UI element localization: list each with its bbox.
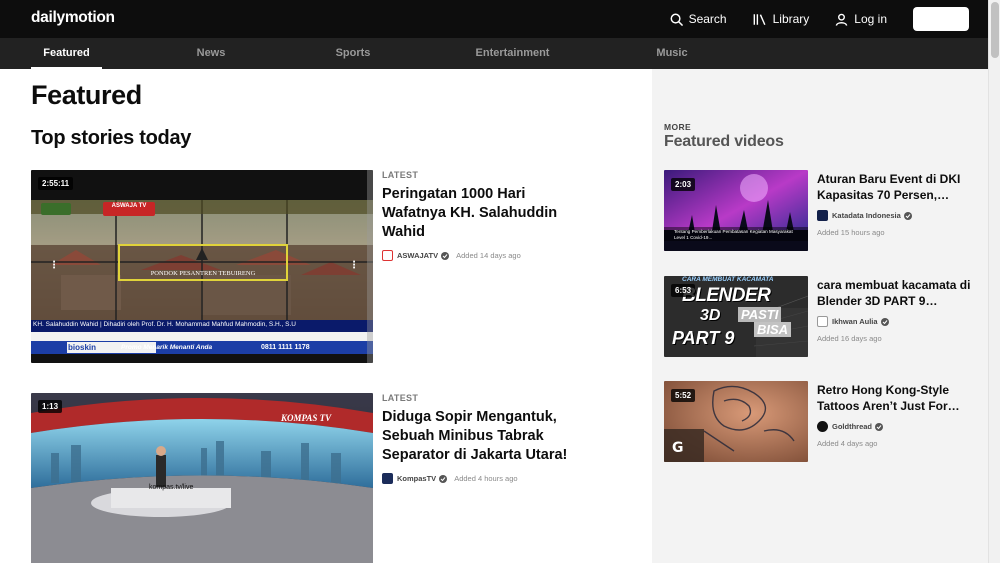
- thumbnail-word-bisa: BISA: [754, 322, 792, 337]
- duration-badge: 1:13: [38, 400, 63, 413]
- verified-icon: [439, 474, 448, 483]
- latest-label: LATEST: [382, 393, 419, 403]
- latest-label: LATEST: [382, 170, 419, 180]
- featured-videos-title: Featured videos: [664, 133, 784, 150]
- channel-name[interactable]: ASWAJATV: [397, 251, 438, 260]
- story-title[interactable]: Peringatan 1000 Hari Wafatnya KH. Salahu…: [382, 185, 582, 242]
- channel-name[interactable]: Goldthread: [832, 422, 872, 431]
- added-time: Added 16 days ago: [817, 334, 882, 343]
- verified-icon: [441, 251, 450, 260]
- channel-logo-overlay: KOMPAS TV: [281, 413, 332, 423]
- library-button[interactable]: Library: [753, 12, 810, 26]
- top-nav: Search Library Log in Sign up: [670, 0, 969, 38]
- featured-video-title[interactable]: Aturan Baru Event di DKI Kapasitas 70 Pe…: [817, 171, 977, 203]
- thumbnail-caption: Tentang Pemberlakuan Pembatasan Kegiatan…: [674, 229, 793, 240]
- added-time: Added 4 hours ago: [454, 474, 518, 483]
- verified-icon: [880, 317, 889, 326]
- search-label: Search: [688, 12, 727, 26]
- thumbnail-image: [31, 170, 373, 363]
- story-thumbnail[interactable]: 2:55:11 ASWAJA TV PONDOK PESANTREN TEBUI…: [31, 170, 373, 363]
- channel-avatar[interactable]: [382, 473, 393, 484]
- channel-avatar[interactable]: [817, 210, 828, 221]
- dailymotion-logo[interactable]: dailymotion: [31, 9, 115, 27]
- more-options-icon[interactable]: ⋮: [49, 260, 59, 271]
- channel-row: Ikhwan Aulia: [817, 316, 889, 327]
- channel-row: KompasTV Added 4 hours ago: [382, 473, 582, 484]
- phone-text: 0811 1111 1178: [261, 344, 310, 351]
- login-label: Log in: [854, 12, 887, 26]
- signup-button[interactable]: Sign up: [913, 7, 969, 31]
- top-bar: dailymotion Search Library Log in Sign u…: [0, 0, 988, 38]
- featured-video-title[interactable]: Retro Hong Kong-Style Tattoos Aren’t Jus…: [817, 382, 977, 414]
- channel-name[interactable]: KompasTV: [397, 474, 436, 483]
- story-title[interactable]: Diduga Sopir Mengantuk, Sebuah Minibus T…: [382, 408, 582, 465]
- page-scrollbar[interactable]: [988, 0, 1000, 563]
- tab-music[interactable]: Music: [642, 38, 702, 69]
- channel-row: Goldthread: [817, 421, 884, 432]
- promo-text: Promo Menarik Menanti Anda: [121, 344, 213, 351]
- thumbnail-word-3d: 3D: [700, 307, 721, 324]
- tab-entertainment[interactable]: Entertainment: [465, 38, 560, 69]
- channel-logo-overlay: ASWAJA TV: [111, 203, 147, 209]
- svg-text:G: G: [672, 440, 684, 456]
- channel-avatar[interactable]: [382, 250, 393, 261]
- section-title: Top stories today: [31, 127, 192, 149]
- duration-badge: 2:03: [671, 178, 696, 191]
- login-button[interactable]: Log in: [835, 12, 887, 26]
- story-meta: LATEST Diduga Sopir Mengantuk, Sebuah Mi…: [382, 393, 582, 484]
- library-icon: [753, 13, 766, 25]
- page-title: Featured: [31, 80, 142, 110]
- thumbnail-top-text: CARA MEMBUAT KACAMATA: [682, 276, 774, 283]
- added-time: Added 15 hours ago: [817, 228, 885, 237]
- tab-news[interactable]: News: [181, 38, 241, 69]
- added-time: Added 14 days ago: [456, 251, 521, 260]
- user-icon: [835, 13, 848, 26]
- library-label: Library: [772, 12, 810, 26]
- story-thumbnail[interactable]: 1:13 KOMPAS TV kompas.tv/live: [31, 393, 373, 563]
- ticker-text: KH. Salahuddin Wahid | Dihadiri oleh Pro…: [33, 321, 297, 328]
- verified-icon: [875, 422, 884, 431]
- more-label: MORE: [664, 122, 692, 132]
- tab-featured[interactable]: Featured: [31, 38, 102, 69]
- more-options-icon[interactable]: ⋮: [349, 260, 359, 271]
- search-icon: [670, 13, 683, 26]
- channel-avatar[interactable]: [817, 316, 828, 327]
- featured-thumbnail[interactable]: 6:53 CARA MEMBUAT KACAMATA BLENDER 3D PA…: [664, 276, 808, 357]
- duration-badge: 6:53: [671, 284, 696, 297]
- thumbnail-word-blender: BLENDER: [682, 285, 771, 306]
- search-button[interactable]: Search: [670, 12, 727, 26]
- channel-name[interactable]: Ikhwan Aulia: [832, 317, 878, 326]
- story-meta: LATEST Peringatan 1000 Hari Wafatnya KH.…: [382, 170, 582, 261]
- verified-icon: [903, 211, 912, 220]
- tab-sports[interactable]: Sports: [323, 38, 383, 69]
- channel-row: Katadata Indonesia: [817, 210, 912, 221]
- featured-thumbnail[interactable]: G 5:52: [664, 381, 808, 462]
- desk-url-text: kompas.tv/live: [149, 484, 194, 491]
- scrollbar-thumb[interactable]: [991, 2, 999, 58]
- added-time: Added 4 days ago: [817, 439, 878, 448]
- sponsor-brand: bioskin: [68, 343, 97, 352]
- duration-badge: 5:52: [671, 389, 696, 402]
- thumbnail-word-part: PART 9: [672, 328, 735, 348]
- channel-avatar[interactable]: [817, 421, 828, 432]
- channel-row: ASWAJATV Added 14 days ago: [382, 250, 582, 261]
- location-caption: PONDOK PESANTREN TEBUIRENG: [150, 270, 256, 277]
- channel-name[interactable]: Katadata Indonesia: [832, 211, 901, 220]
- featured-thumbnail[interactable]: 2:03 Tentang Pemberlakuan Pembatasan Keg…: [664, 170, 808, 251]
- thumbnail-word-pasti: PASTI: [738, 307, 782, 322]
- category-nav: Featured News Sports Entertainment Music: [0, 38, 988, 69]
- duration-badge: 2:55:11: [38, 177, 74, 190]
- featured-video-title[interactable]: cara membuat kacamata di Blender 3D PART…: [817, 277, 977, 309]
